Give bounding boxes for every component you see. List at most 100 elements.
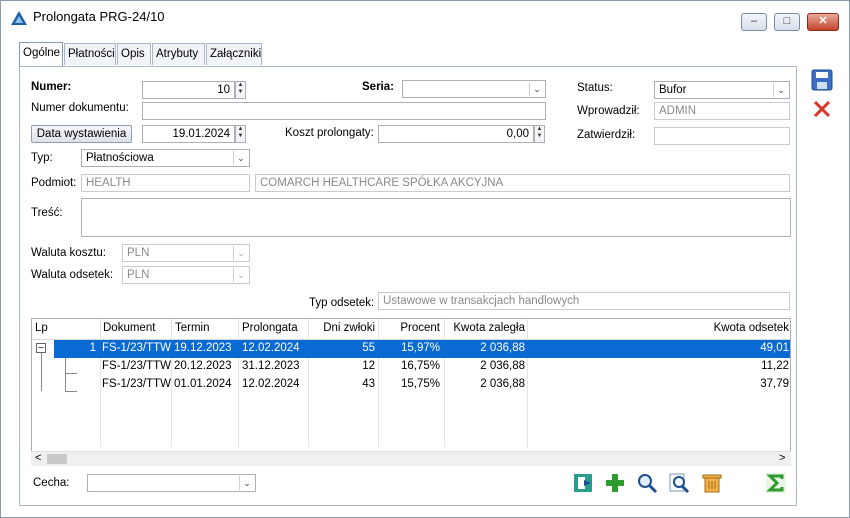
chevron-down-icon: ⌄: [233, 246, 248, 260]
chevron-down-icon[interactable]: ⌄: [529, 82, 544, 96]
koszt-input[interactable]: 0,00: [378, 125, 534, 143]
tab-platnosci[interactable]: Płatności: [64, 43, 116, 65]
tab-ogolne[interactable]: Ogólne: [19, 42, 63, 67]
horizontal-scrollbar[interactable]: < >: [31, 451, 791, 466]
cell-procent: 15,75%: [400, 378, 440, 390]
typ-odsetek-field: Ustawowe w transakcjach handlowych: [378, 292, 790, 310]
status-value: Bufor: [659, 84, 687, 96]
cell-dokument: FS-1/23/TTW: [102, 378, 172, 390]
column-header-dokument[interactable]: Dokument: [103, 322, 155, 334]
title-bar: Prolongata PRG-24/10 – □ ✕: [1, 1, 849, 33]
cell-kwota-odsetek: 11,22: [761, 360, 789, 372]
cell-kwota-zalegla: 2 036,88: [480, 360, 525, 372]
waluta-kosztu-select: PLN ⌄: [122, 244, 250, 262]
cecha-select[interactable]: ⌄: [87, 474, 256, 492]
prolongata-window: Prolongata PRG-24/10 – □ ✕ Ogólne Płatno…: [0, 0, 850, 518]
link-document-icon[interactable]: [572, 472, 596, 494]
typ-label: Typ:: [31, 152, 53, 164]
waluta-kosztu-label: Waluta kosztu:: [31, 247, 106, 259]
zatwierdzil-field: [654, 127, 790, 145]
typ-select[interactable]: Płatnościowa ⌄: [81, 149, 250, 167]
chevron-down-icon[interactable]: ⌄: [233, 151, 248, 165]
podmiot-name-field: COMARCH HEALTHCARE SPÓŁKA AKCYJNA: [255, 174, 790, 192]
cell-dni-zwloki: 55: [362, 342, 375, 354]
wprowadzil-label: Wprowadził:: [577, 105, 640, 117]
cell-prolongata: 12.02.2024: [242, 378, 300, 390]
scroll-thumb[interactable]: [47, 454, 67, 464]
typ-odsetek-label: Typ odsetek:: [309, 297, 375, 309]
chevron-down-icon: ⌄: [233, 268, 248, 282]
podmiot-label: Podmiot:: [31, 177, 77, 189]
cecha-label: Cecha:: [33, 477, 70, 489]
status-select[interactable]: Bufor ⌄: [654, 81, 790, 99]
podmiot-code-field[interactable]: HEALTH: [81, 174, 250, 192]
chevron-down-icon[interactable]: ⌄: [239, 476, 254, 490]
cell-prolongata: 31.12.2023: [242, 360, 300, 372]
cell-kwota-zalegla: 2 036,88: [480, 342, 525, 354]
table-row[interactable]: FS-1/23/TTW 20.12.2023 31.12.2023 12 16,…: [76, 358, 790, 376]
cell-procent: 16,75%: [400, 360, 440, 372]
typ-value: Płatnościowa: [86, 152, 154, 164]
data-wystawienia-input[interactable]: 19.01.2024: [142, 125, 235, 143]
data-wystawienia-button[interactable]: Data wystawienia: [31, 125, 132, 143]
column-header-kwota-odsetek[interactable]: Kwota odsetek: [632, 322, 789, 334]
numer-spinner[interactable]: ▲ ▼: [235, 81, 246, 99]
tab-zalaczniki[interactable]: Załączniki: [206, 43, 262, 65]
minimize-button[interactable]: –: [741, 13, 767, 31]
column-header-procent[interactable]: Procent: [392, 322, 440, 334]
add-icon[interactable]: [603, 472, 627, 494]
tresc-label: Treść:: [31, 207, 63, 219]
waluta-kosztu-value: PLN: [127, 247, 150, 259]
column-header-dni-zwloki[interactable]: Dni zwłoki: [322, 322, 375, 334]
numer-dokumentu-input[interactable]: [142, 102, 546, 120]
column-header-prolongata[interactable]: Prolongata: [242, 322, 298, 334]
table-row[interactable]: FS-1/23/TTW 01.01.2024 12.02.2024 43 15,…: [76, 376, 790, 394]
trash-icon[interactable]: [700, 472, 724, 494]
tresc-textarea[interactable]: [81, 198, 791, 237]
date-spinner[interactable]: ▲ ▼: [235, 125, 246, 143]
column-header-kwota-zalegla[interactable]: Kwota zaległa: [447, 322, 525, 334]
collapse-expander[interactable]: −: [36, 343, 46, 354]
zatwierdzil-label: Zatwierdził:: [577, 129, 636, 141]
maximize-button[interactable]: □: [774, 13, 800, 31]
app-logo-icon: [11, 11, 27, 25]
seria-select[interactable]: ⌄: [402, 80, 546, 98]
preview-icon[interactable]: [667, 472, 691, 494]
wprowadzil-field: ADMIN: [654, 102, 790, 120]
seria-label: Seria:: [362, 81, 394, 93]
table-row[interactable]: 1 FS-1/23/TTW 19.12.2023 12.02.2024 55 1…: [54, 340, 790, 358]
numer-input[interactable]: 10: [142, 81, 235, 99]
koszt-label: Koszt prolongaty:: [285, 127, 374, 139]
scroll-left-icon[interactable]: <: [35, 452, 41, 464]
cell-dni-zwloki: 43: [362, 378, 375, 390]
table-header: Lp Dokument Termin Prolongata Dni zwłoki…: [32, 319, 790, 340]
sum-icon[interactable]: [764, 472, 788, 494]
window-title: Prolongata PRG-24/10: [33, 9, 165, 24]
waluta-odsetek-select: PLN ⌄: [122, 266, 250, 284]
search-icon[interactable]: [635, 472, 659, 494]
cell-termin: 19.12.2023: [174, 342, 232, 354]
waluta-odsetek-value: PLN: [127, 269, 150, 281]
cell-prolongata: 12.02.2024: [242, 342, 300, 354]
tab-opis[interactable]: Opis: [117, 43, 151, 65]
chevron-down-icon[interactable]: ⌄: [773, 83, 788, 97]
cell-kwota-odsetek: 49,01: [760, 342, 789, 354]
close-button[interactable]: ✕: [807, 13, 839, 31]
tab-atrybuty[interactable]: Atrybuty: [152, 43, 205, 65]
column-header-termin[interactable]: Termin: [175, 322, 210, 334]
cell-lp: 1: [89, 342, 96, 354]
cell-dokument: FS-1/23/TTW: [102, 342, 172, 354]
cancel-icon[interactable]: [811, 98, 833, 120]
cell-termin: 20.12.2023: [174, 360, 232, 372]
koszt-spinner[interactable]: ▲ ▼: [534, 125, 545, 143]
cell-dokument: FS-1/23/TTW: [102, 360, 172, 372]
status-label: Status:: [577, 82, 613, 94]
cell-procent: 15,97%: [400, 342, 440, 354]
numer-dokumentu-label: Numer dokumentu:: [31, 102, 129, 114]
scroll-right-icon[interactable]: >: [779, 452, 785, 464]
cell-dni-zwloki: 12: [362, 360, 375, 372]
interest-table[interactable]: Lp Dokument Termin Prolongata Dni zwłoki…: [31, 318, 791, 466]
save-icon[interactable]: [811, 69, 833, 91]
cell-termin: 01.01.2024: [174, 378, 232, 390]
column-header-lp[interactable]: Lp: [35, 322, 48, 334]
